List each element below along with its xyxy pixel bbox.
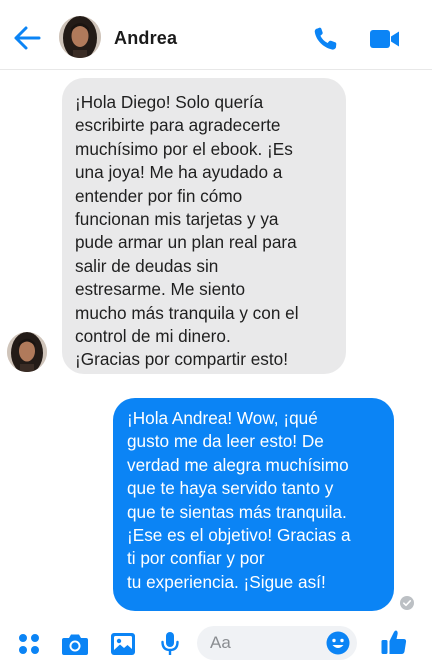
camera-icon[interactable] xyxy=(61,632,89,661)
contact-name[interactable]: Andrea xyxy=(114,28,177,49)
emoji-icon[interactable] xyxy=(326,631,350,655)
video-camera-icon[interactable] xyxy=(369,27,401,51)
contact-avatar[interactable] xyxy=(59,16,101,58)
outgoing-message-bubble[interactable]: ¡Hola Andrea! Wow, ¡qué gusto me da leer… xyxy=(113,398,394,611)
sender-avatar[interactable] xyxy=(7,332,47,372)
microphone-icon[interactable] xyxy=(160,631,180,662)
apps-grid-icon[interactable] xyxy=(18,633,40,660)
incoming-message-bubble[interactable]: ¡Hola Diego! Solo quería escribirte para… xyxy=(62,78,346,374)
chat-header: Andrea xyxy=(0,0,432,70)
delivered-check-icon xyxy=(400,596,414,610)
incoming-message-text: ¡Hola Diego! Solo quería escribirte para… xyxy=(75,92,299,370)
outgoing-message-text: ¡Hola Andrea! Wow, ¡qué gusto me da leer… xyxy=(127,408,351,592)
back-arrow-icon[interactable] xyxy=(12,24,42,52)
thumbs-up-icon[interactable] xyxy=(380,628,408,656)
gallery-icon[interactable] xyxy=(110,632,136,661)
phone-icon[interactable] xyxy=(311,25,341,53)
message-composer xyxy=(0,620,432,663)
